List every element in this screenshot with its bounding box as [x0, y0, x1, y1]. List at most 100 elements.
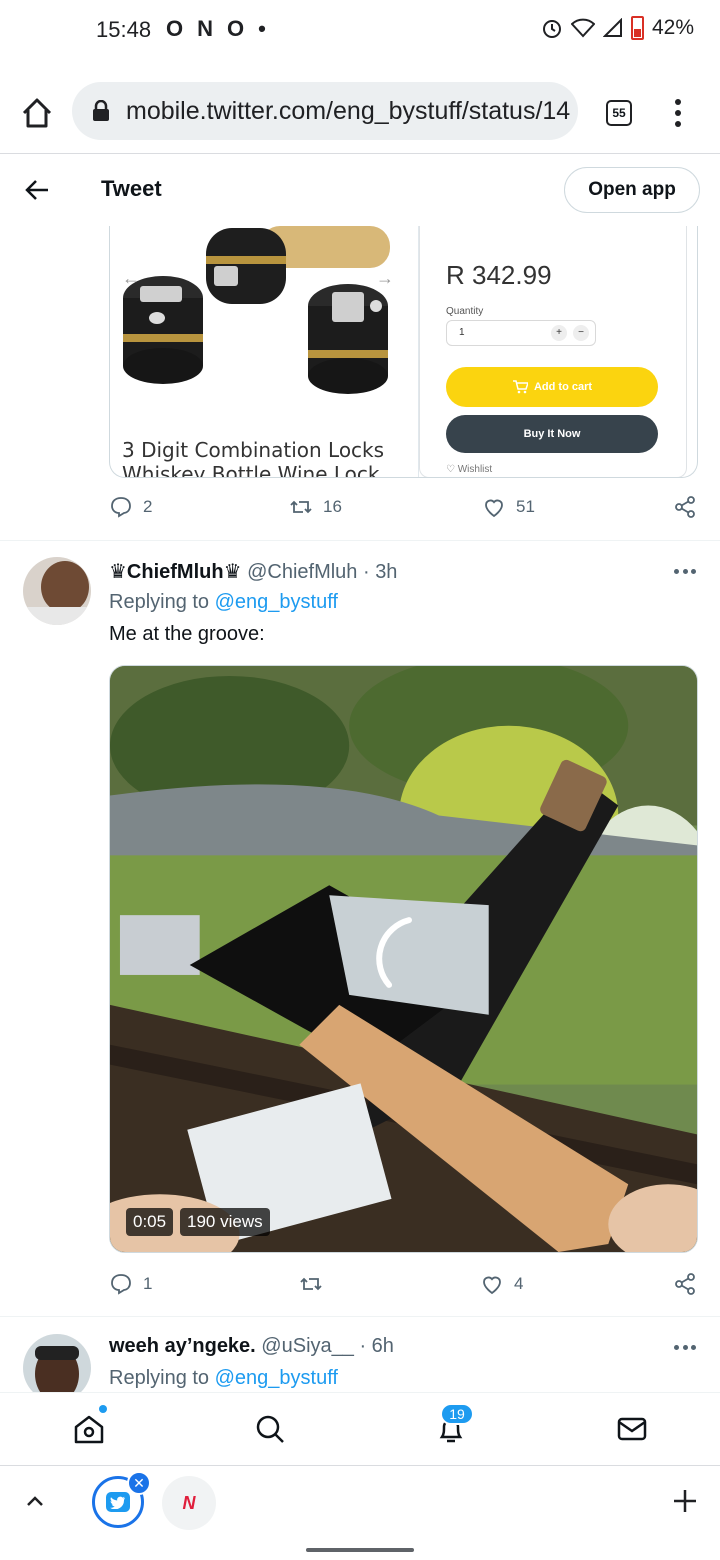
retweet-action[interactable]: 16 [289, 495, 342, 519]
reply-action[interactable]: 1 [109, 1272, 152, 1296]
display-name: weeh ay’ngeke. [109, 1335, 256, 1357]
reply-count: 1 [143, 1274, 153, 1293]
video-views-badge: 190 views [180, 1208, 270, 1236]
gesture-bar [306, 1548, 414, 1552]
share-action[interactable] [673, 1272, 697, 1296]
signal-icon [602, 18, 622, 37]
quantity-value: 1 [459, 327, 465, 338]
caption-line-1: 3 Digit Combination Locks [122, 438, 385, 462]
url-text: mobile.twitter.com/eng_bystuff/status/14 [126, 96, 571, 125]
heart-icon [483, 1276, 501, 1295]
replying-to: Replying to @eng_bystuff [109, 591, 338, 614]
share-action[interactable] [673, 495, 697, 519]
retweet-icon [290, 500, 312, 514]
add-to-cart-label: Add to cart [533, 381, 593, 393]
browser-tab-strip: ✕ N [0, 1465, 720, 1537]
quantity-label: Quantity [446, 306, 484, 317]
avatar[interactable] [23, 557, 91, 625]
reply-icon [111, 497, 131, 518]
tweet-separator [0, 540, 720, 541]
like-action[interactable]: 4 [480, 1272, 523, 1296]
buy-now-button[interactable]: Buy It Now [446, 415, 658, 453]
video-frame [110, 666, 697, 1252]
avatar-image [23, 557, 91, 625]
browser-toolbar: mobile.twitter.com/eng_bystuff/status/14… [0, 70, 720, 154]
like-action[interactable]: 51 [482, 495, 535, 519]
tab-switcher-button[interactable]: 55 [606, 100, 632, 126]
reply-author[interactable]: weeh ay’ngeke. @uSiya__ · 6h [109, 1335, 394, 1358]
video-player[interactable] [109, 665, 698, 1253]
home-icon[interactable] [20, 96, 54, 130]
home-icon[interactable] [73, 1413, 105, 1445]
carousel-next-icon: → [376, 268, 394, 288]
tweet-text: Me at the groove: [109, 623, 265, 645]
tweet-separator [0, 1316, 720, 1317]
reply-action[interactable]: 2 [109, 495, 152, 519]
share-icon [675, 496, 695, 518]
quantity-minus-button[interactable]: − [573, 325, 589, 341]
twitter-tab[interactable]: ✕ [92, 1471, 151, 1528]
notification-count-badge: 19 [440, 1403, 474, 1425]
close-tab-icon[interactable]: ✕ [127, 1471, 151, 1495]
new-tab-plus-icon[interactable] [672, 1488, 698, 1514]
cart-icon [512, 380, 528, 394]
news-tab[interactable]: N [162, 1476, 216, 1530]
wishlist-link[interactable]: ♡ Wishlist [446, 464, 492, 475]
messages-icon[interactable] [616, 1413, 648, 1445]
mention-link[interactable]: @eng_bystuff [215, 1367, 338, 1389]
battery-icon [630, 16, 644, 40]
news-logo-icon: N [182, 1492, 196, 1513]
lock-icon [93, 100, 109, 121]
share-icon [675, 1273, 695, 1295]
opera-notification-icon-2: O [227, 16, 245, 41]
retweet-action[interactable] [299, 1272, 333, 1296]
chevron-up-icon[interactable] [24, 1490, 46, 1512]
tweet-header: Tweet Open app [0, 154, 720, 226]
product-price: R 342.99 [446, 260, 552, 290]
more-notifications-dot: • [258, 16, 266, 41]
main-tweet-actions: 2 16 51 [109, 495, 699, 525]
replying-prefix: Replying to [109, 591, 215, 613]
like-count: 51 [516, 497, 535, 516]
battery-percent: 42% [651, 16, 694, 39]
caption-line-2: Whiskey Bottle Wine Lock [122, 462, 380, 478]
reply-author[interactable]: ♛ChiefMluh♛ @ChiefMluh · 3h [109, 559, 397, 584]
notification-icons: O N O • [166, 16, 266, 42]
back-arrow-icon[interactable] [24, 178, 50, 202]
status-time: 15:48 [96, 17, 152, 42]
wifi-icon [570, 18, 595, 38]
product-caption: 3 Digit Combination Locks Whiskey Bottle… [122, 438, 385, 478]
product-shop-panel: R 342.99 Quantity 1 + − Add to cart Buy … [419, 226, 687, 477]
heart-icon [485, 499, 503, 518]
video-duration-badge: 0:05 [126, 1208, 174, 1236]
handle-time: @ChiefMluh · 3h [241, 561, 398, 583]
reply-icon [111, 1274, 131, 1295]
more-options-icon[interactable] [674, 1345, 696, 1351]
news-notification-icon: N [197, 16, 214, 41]
status-right: 42% [541, 16, 694, 40]
retweet-icon [300, 1277, 322, 1291]
twitter-bottom-nav: 19 [0, 1392, 720, 1464]
display-name: ♛ChiefMluh♛ [109, 561, 242, 583]
alarm-icon [542, 20, 561, 38]
home-new-dot [99, 1405, 107, 1413]
mention-link[interactable]: @eng_bystuff [215, 591, 338, 613]
reply1-actions: 1 4 [109, 1272, 699, 1302]
page-title: Tweet [101, 176, 162, 201]
open-app-button[interactable]: Open app [564, 167, 700, 213]
browser-menu-icon[interactable] [668, 96, 688, 130]
product-image: ← → [110, 226, 418, 401]
quantity-stepper[interactable]: 1 + − [446, 320, 596, 346]
url-bar[interactable]: mobile.twitter.com/eng_bystuff/status/14 [72, 82, 578, 140]
opera-notification-icon: O [166, 16, 184, 41]
search-icon[interactable] [254, 1413, 286, 1445]
status-bar: 15:48 O N O • 42% [0, 0, 720, 60]
quantity-plus-button[interactable]: + [551, 325, 567, 341]
retweet-count: 16 [323, 497, 342, 516]
link-preview-card[interactable]: ← → 3 Digit Combination Locks Whiskey Bo… [109, 226, 698, 478]
like-count: 4 [514, 1274, 524, 1293]
more-options-icon[interactable] [674, 569, 696, 575]
twitter-logo-icon [106, 1492, 130, 1512]
replying-to: Replying to @eng_bystuff [109, 1367, 338, 1390]
add-to-cart-button[interactable]: Add to cart [446, 367, 658, 407]
